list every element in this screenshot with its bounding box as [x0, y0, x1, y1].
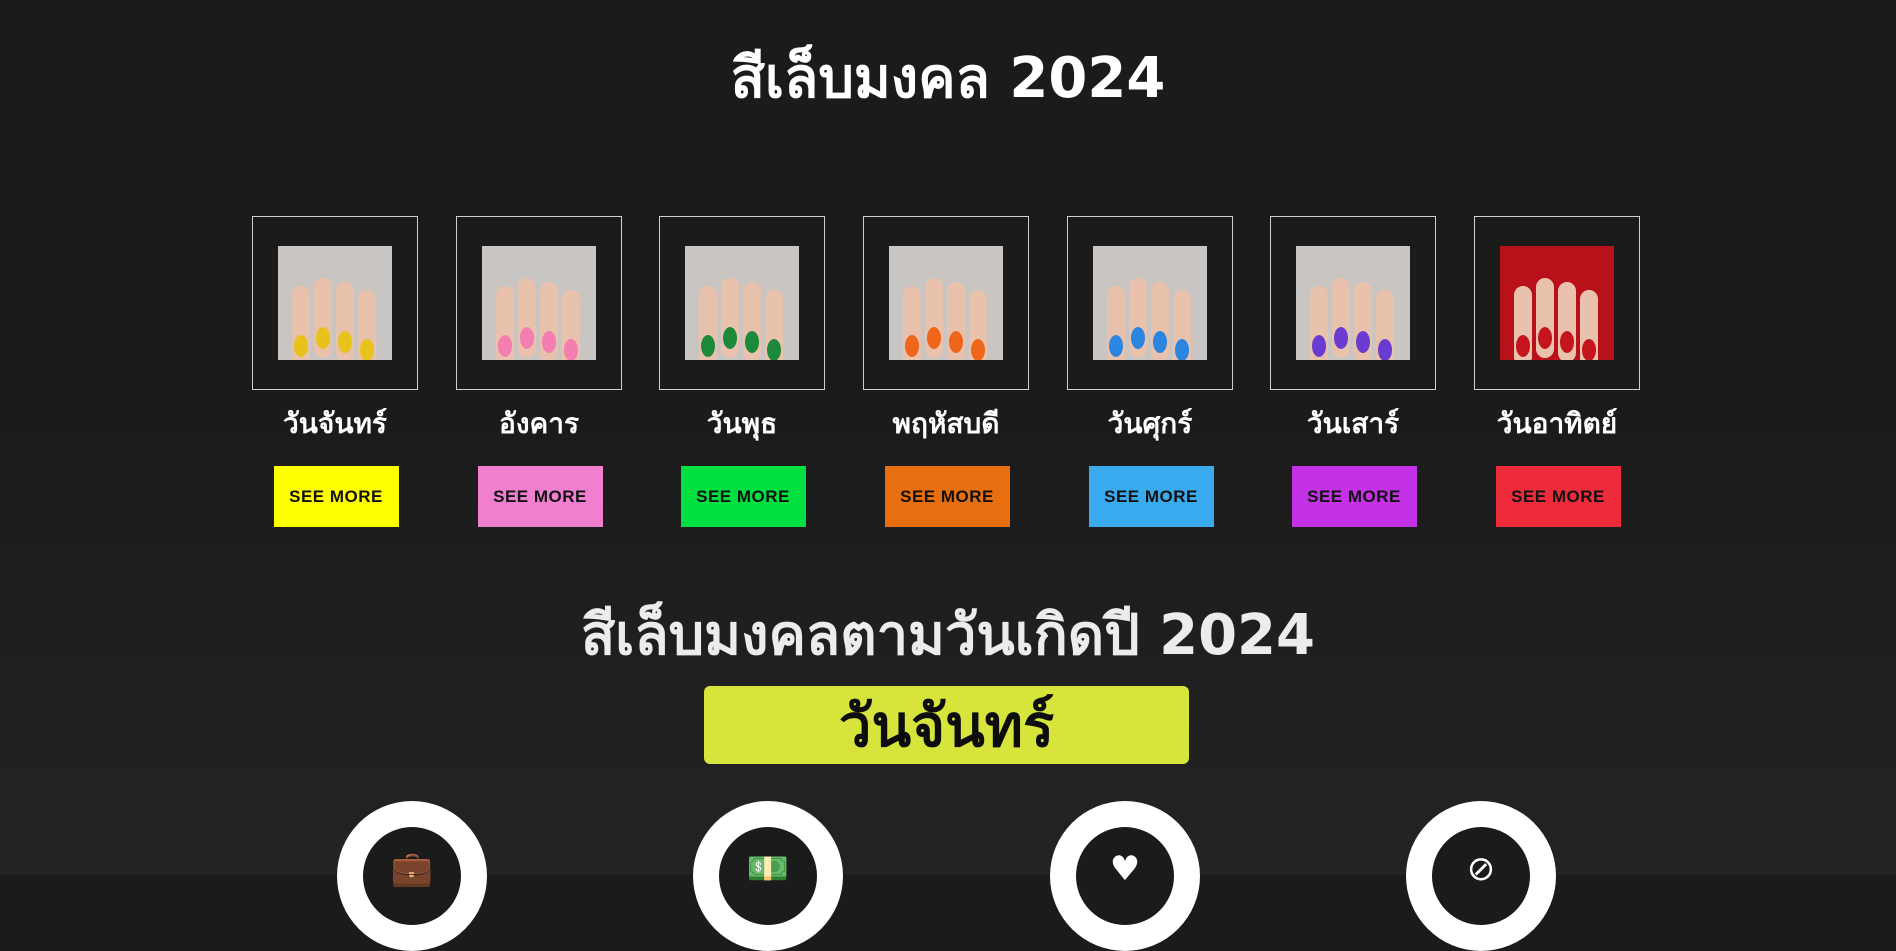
nail-photo-monday [278, 246, 392, 360]
thumbnail-frame[interactable] [252, 216, 418, 390]
thumbnail-frame[interactable] [1270, 216, 1436, 390]
see-more-button-wednesday[interactable]: SEE MORE [680, 466, 806, 527]
day-label-tuesday: อังคาร [499, 407, 579, 440]
thumbnail-frame[interactable] [863, 216, 1029, 390]
nail-photo-friday [1093, 246, 1207, 360]
see-more-button-friday[interactable]: SEE MORE [1088, 466, 1214, 527]
section-title: สีเล็บมงคลตามวันเกิดปี 2024 [581, 603, 1315, 668]
thumbnail-frame[interactable] [1067, 216, 1233, 390]
page-title: สีเล็บมงคล 2024 [730, 46, 1166, 111]
day-card-tuesday: อังคาร SEE MORE [456, 216, 624, 527]
thumbnail-frame[interactable] [456, 216, 622, 390]
briefcase-icon: 💼 [390, 849, 434, 889]
thumbnail-frame[interactable] [1474, 216, 1640, 390]
day-card-thursday: พฤหัสบดี SEE MORE [863, 216, 1031, 527]
day-label-wednesday: วันพุธ [706, 407, 778, 440]
category-money[interactable]: 💵 [693, 801, 843, 951]
money-icon: 💵 [746, 849, 790, 889]
thumbnail-frame[interactable] [659, 216, 825, 390]
day-card-sunday: วันอาทิตย์ SEE MORE [1474, 216, 1642, 527]
nail-photo-tuesday [482, 246, 596, 360]
day-label-monday: วันจันทร์ [283, 407, 387, 440]
selected-day-banner[interactable]: วันจันทร์ [704, 686, 1189, 764]
day-label-thursday: พฤหัสบดี [892, 407, 1000, 440]
see-more-button-monday[interactable]: SEE MORE [273, 466, 399, 527]
day-label-saturday: วันเสาร์ [1306, 407, 1400, 440]
category-health[interactable]: ⊘ [1406, 801, 1556, 951]
nail-photo-wednesday [685, 246, 799, 360]
nail-photo-thursday [889, 246, 1003, 360]
see-more-button-thursday[interactable]: SEE MORE [884, 466, 1010, 527]
day-card-saturday: วันเสาร์ SEE MORE [1270, 216, 1438, 527]
nail-photo-saturday [1296, 246, 1410, 360]
health-icon: ⊘ [1466, 849, 1496, 889]
see-more-button-sunday[interactable]: SEE MORE [1495, 466, 1621, 527]
nail-photo-sunday [1500, 246, 1614, 360]
category-briefcase[interactable]: 💼 [337, 801, 487, 951]
heart-icon: ♥ [1109, 849, 1141, 889]
day-card-monday: วันจันทร์ SEE MORE [252, 216, 420, 527]
day-label-sunday: วันอาทิตย์ [1496, 407, 1618, 440]
day-cards: วันจันทร์ SEE MORE อังคาร SEE MORE วันพุ… [252, 216, 1642, 536]
day-card-friday: วันศุกร์ SEE MORE [1067, 216, 1235, 527]
day-label-friday: วันศุกร์ [1107, 407, 1193, 440]
see-more-button-saturday[interactable]: SEE MORE [1291, 466, 1417, 527]
day-card-wednesday: วันพุธ SEE MORE [659, 216, 827, 527]
see-more-button-tuesday[interactable]: SEE MORE [477, 466, 603, 527]
category-love[interactable]: ♥ [1050, 801, 1200, 951]
